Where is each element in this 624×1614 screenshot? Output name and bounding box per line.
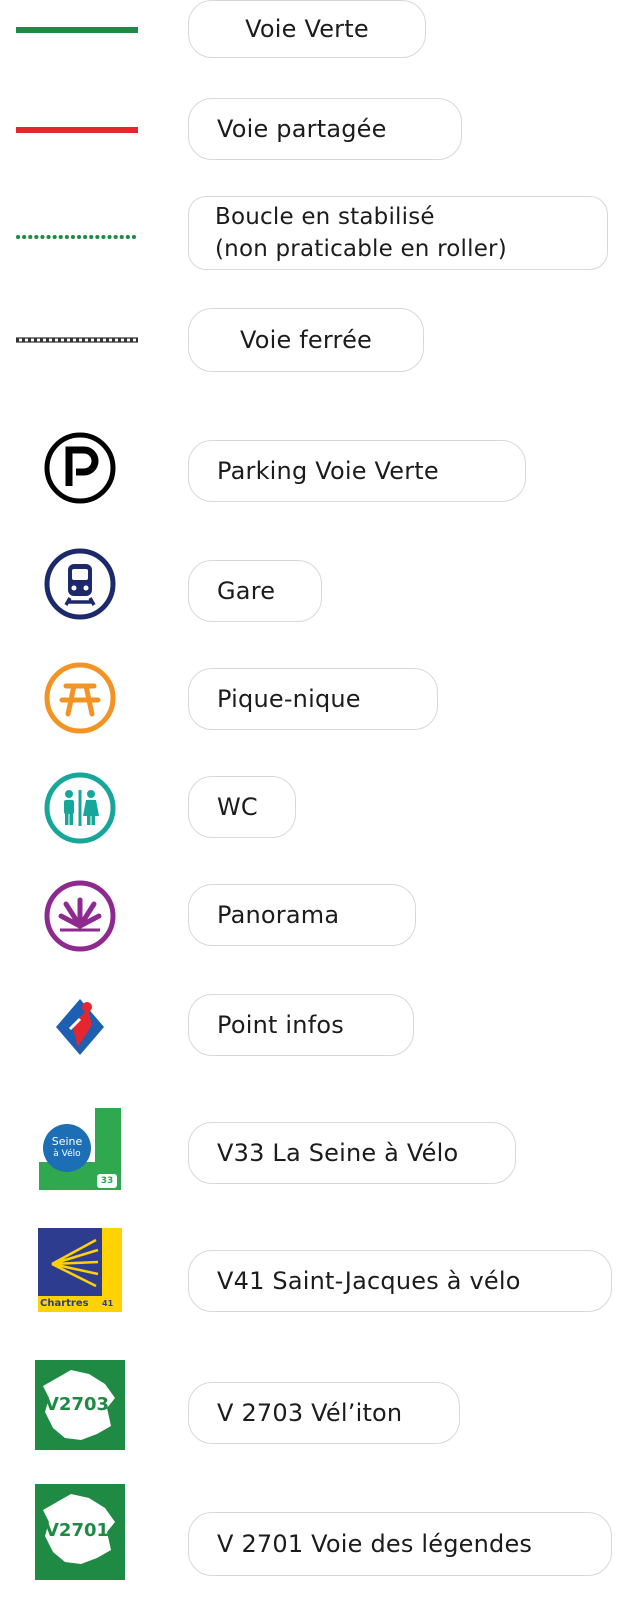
legend-label-wc: WC — [188, 776, 296, 838]
legend-row-v2703: V2703 V 2703 Vél’iton — [0, 1360, 624, 1450]
legend-row-wc: WC — [0, 772, 624, 844]
seine-badge-text: Seine — [51, 1135, 83, 1148]
legend-row-voie-verte: Voie Verte — [0, 0, 624, 60]
legend-label-point-infos: Point infos — [188, 994, 414, 1056]
legend-label-pique-nique: Pique-nique — [188, 668, 438, 730]
legend-label-boucle-line2: (non praticable en roller) — [215, 236, 507, 262]
legend-label-boucle-line1: Boucle en stabilisé — [215, 204, 435, 230]
legend-label-boucle: Boucle en stabilisé (non praticable en r… — [188, 196, 608, 270]
railway-dashed-line-icon — [16, 337, 138, 343]
legend-row-gare: Gare — [0, 546, 624, 622]
panorama-icon — [0, 880, 160, 952]
legend-label-parking: Parking Voie Verte — [188, 440, 526, 502]
legend-label-voie-verte: Voie Verte — [188, 0, 426, 58]
legend-row-panorama: Panorama — [0, 880, 624, 952]
green-dotted-line-icon — [16, 235, 138, 239]
legend-label-v41: V41 Saint-Jacques à vélo — [188, 1250, 612, 1312]
legend-row-pique-nique: Pique-nique — [0, 662, 624, 734]
tourist-info-icon — [0, 992, 160, 1062]
legend-label-v33: V33 La Seine à Vélo — [188, 1122, 516, 1184]
france-shape-v2703-icon: V2703 — [0, 1360, 160, 1450]
legend-label-gare: Gare — [188, 560, 322, 622]
legend-label-v2703: V 2703 Vél’iton — [188, 1382, 460, 1444]
red-solid-line-icon — [16, 127, 138, 133]
picnic-table-icon — [0, 662, 160, 734]
train-icon — [0, 546, 160, 622]
parking-icon — [0, 432, 160, 504]
legend-row-v33: Seine à Vélo 33 V33 La Seine à Vélo — [0, 1108, 624, 1190]
legend-row-point-infos: Point infos — [0, 992, 624, 1062]
v2703-badge-text: V2703 — [45, 1394, 110, 1415]
saint-jacques-icon: Chartres 41 — [0, 1228, 160, 1312]
saint-jacques-badge-text: Chartres — [40, 1298, 89, 1309]
legend-row-voie-partagee: Voie partagée — [0, 96, 624, 160]
toilets-icon — [0, 772, 160, 844]
seine-a-velo-icon: Seine à Vélo 33 — [0, 1108, 160, 1190]
legend-label-voie-partagee: Voie partagée — [188, 98, 462, 160]
saint-jacques-badge-number: 41 — [102, 1299, 114, 1308]
legend-label-panorama: Panorama — [188, 884, 416, 946]
legend-row-boucle: Boucle en stabilisé (non praticable en r… — [0, 196, 624, 272]
legend-row-v41: Chartres 41 V41 Saint-Jacques à vélo — [0, 1228, 624, 1312]
v2701-badge-text: V2701 — [45, 1520, 110, 1541]
legend-label-voie-ferree: Voie ferrée — [188, 308, 424, 372]
seine-badge-number: 33 — [97, 1174, 117, 1188]
seine-badge-sub: à Vélo — [53, 1149, 81, 1159]
france-shape-v2701-icon: V2701 — [0, 1484, 160, 1580]
legend-row-voie-ferree: Voie ferrée — [0, 308, 624, 372]
legend-row-parking: Parking Voie Verte — [0, 432, 624, 504]
legend-row-v2701: V2701 V 2701 Voie des légendes — [0, 1484, 624, 1580]
green-solid-line-icon — [16, 27, 138, 33]
legend-label-v2701: V 2701 Voie des légendes — [188, 1512, 612, 1576]
